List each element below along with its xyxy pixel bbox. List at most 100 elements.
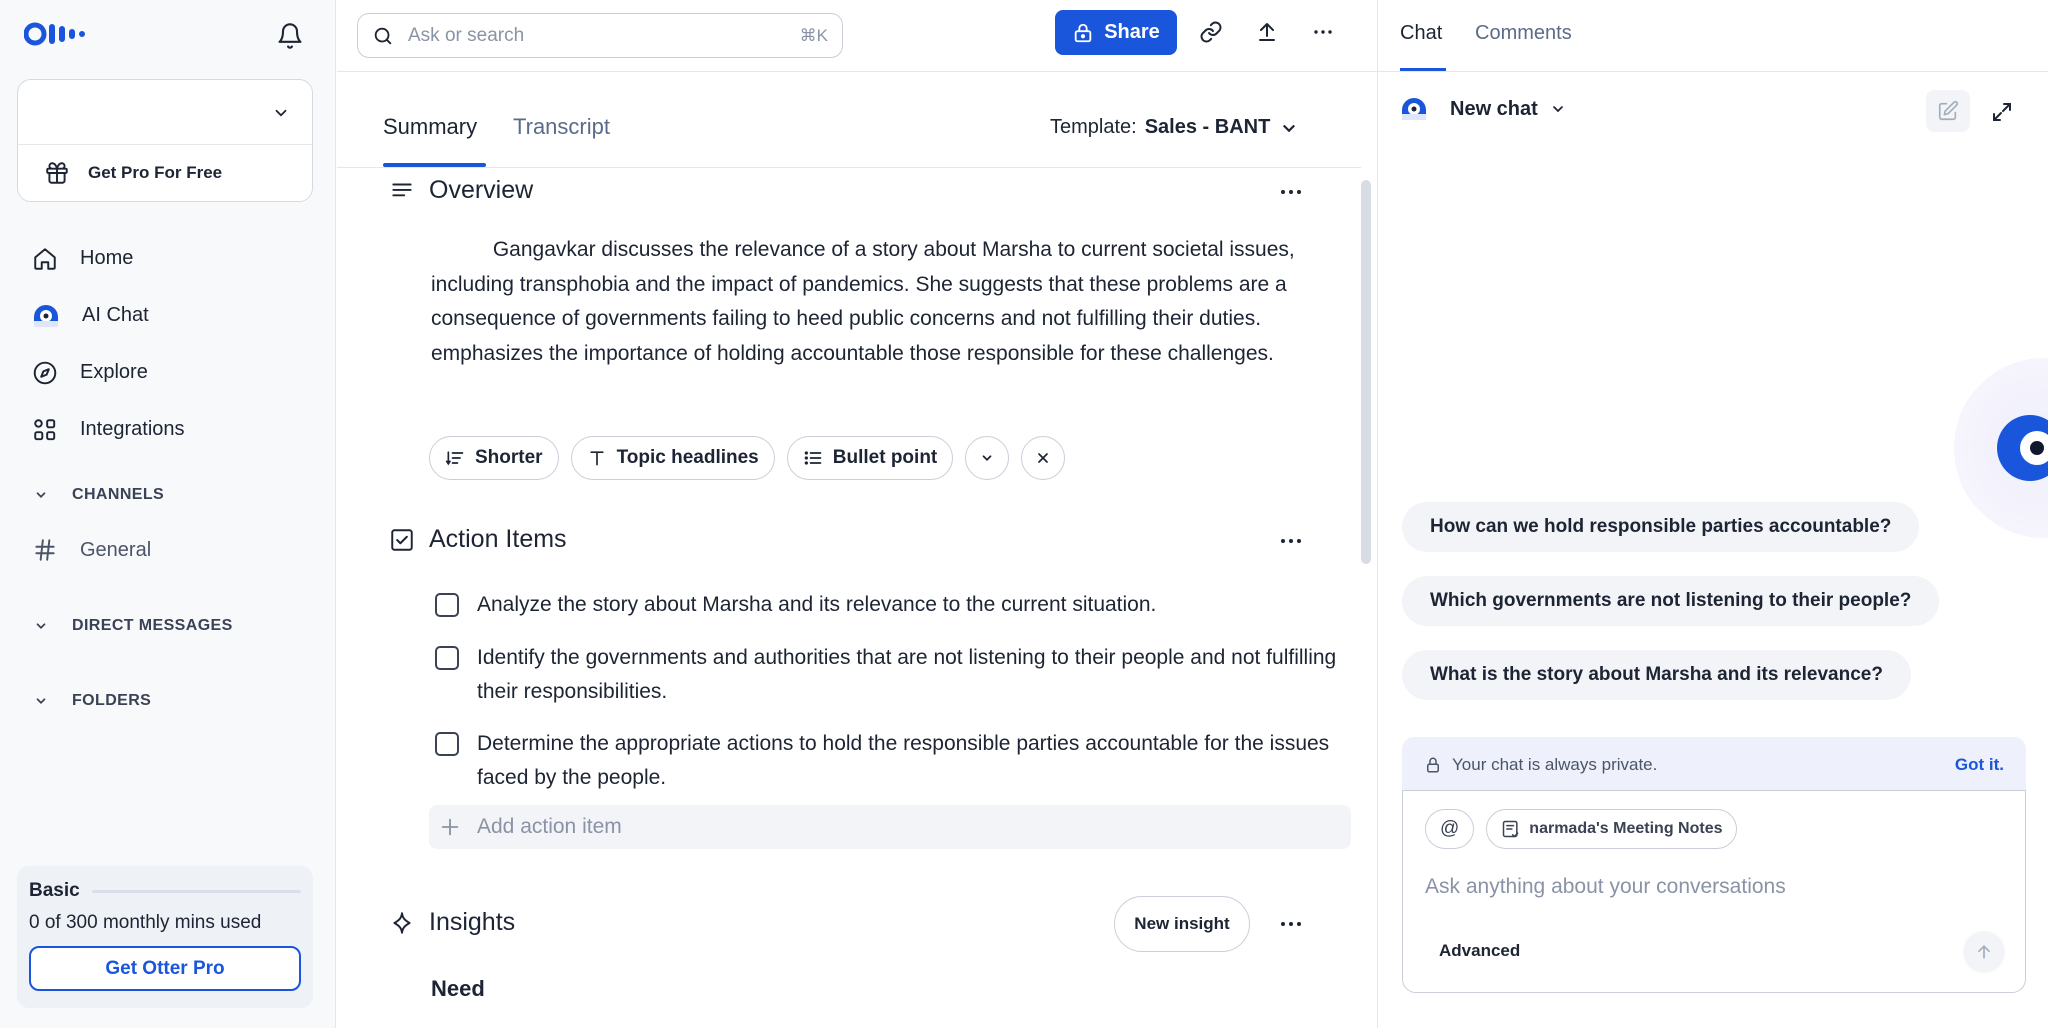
channels-section-label: CHANNELS <box>72 486 165 503</box>
action-item-checkbox[interactable] <box>435 645 459 670</box>
overview-lines-icon <box>389 178 415 204</box>
sidebar-item-label: Explore <box>80 361 148 383</box>
grid-icon <box>32 417 58 443</box>
advanced-toggle[interactable]: Advanced <box>1439 941 1520 961</box>
folders-section-toggle[interactable]: FOLDERS <box>34 692 151 710</box>
copy-link-icon[interactable] <box>1199 20 1223 44</box>
otter-logo[interactable] <box>24 22 92 46</box>
action-item: Analyze the story about Marsha and its r… <box>435 588 1355 623</box>
search-box[interactable]: Ask or search ⌘K <box>357 13 843 58</box>
export-upload-icon[interactable] <box>1255 20 1279 44</box>
left-sidebar: Get Pro For Free Home AI Chat Explore In… <box>0 0 336 1028</box>
overview-more-icon[interactable] <box>1277 180 1305 204</box>
plan-usage-suffix: monthly mins used <box>102 912 262 933</box>
suggested-questions: How can we hold responsible parties acco… <box>1402 502 1940 724</box>
overview-text-part1: Gangavkar discusses the relevance of a s… <box>431 238 1295 330</box>
topic-headlines-chip[interactable]: Topic headlines <box>570 436 775 480</box>
action-item: Identify the governments and authorities… <box>435 641 1355 710</box>
otter-chat-icon <box>1400 96 1428 122</box>
action-item-text[interactable]: Analyze the story about Marsha and its r… <box>477 588 1156 623</box>
workspace-box: Get Pro For Free <box>17 79 313 202</box>
close-icon <box>1035 450 1051 466</box>
compose-edit-icon[interactable] <box>1926 90 1970 132</box>
send-button[interactable] <box>1963 931 2005 973</box>
privacy-dismiss-button[interactable]: Got it. <box>1955 755 2004 775</box>
mention-button[interactable]: @ <box>1425 809 1475 849</box>
tab-comments[interactable]: Comments <box>1475 22 1572 45</box>
new-chat-label: New chat <box>1450 97 1538 120</box>
arrow-up-icon <box>1974 942 1994 962</box>
direct-messages-section-toggle[interactable]: DIRECT MESSAGES <box>34 617 233 635</box>
lock-icon <box>1424 756 1442 774</box>
template-selector[interactable]: Template: Sales - BANT <box>1050 116 1300 139</box>
chevron-down-icon <box>272 104 290 122</box>
plan-card: Basic 0 of 300 monthly mins used Get Ott… <box>17 866 313 1008</box>
plus-icon <box>439 816 461 838</box>
chevron-down-icon <box>980 451 994 465</box>
insights-more-icon[interactable] <box>1277 912 1305 936</box>
tab-transcript[interactable]: Transcript <box>513 114 610 140</box>
expand-icon[interactable] <box>1990 100 2014 124</box>
home-icon <box>32 246 58 272</box>
action-item: Determine the appropriate actions to hol… <box>435 727 1355 796</box>
checkbox-square-icon <box>389 527 415 553</box>
chat-composer: @ narmada's Meeting Notes Ask anything a… <box>1402 790 2026 993</box>
add-action-item-input[interactable]: Add action item <box>429 805 1351 849</box>
more-options-icon[interactable] <box>1311 20 1335 44</box>
channels-section-toggle[interactable]: CHANNELS <box>34 486 164 504</box>
shorter-chip[interactable]: Shorter <box>429 436 559 480</box>
action-items-more-icon[interactable] <box>1277 529 1305 553</box>
sidebar-item-label: AI Chat <box>82 304 149 326</box>
sidebar-item-explore[interactable]: Explore <box>0 344 336 401</box>
chat-input[interactable]: Ask anything about your conversations <box>1425 875 1786 899</box>
action-item-text[interactable]: Identify the governments and authorities… <box>477 641 1355 710</box>
otter-chat-icon <box>32 303 60 329</box>
sidebar-item-ai-chat[interactable]: AI Chat <box>0 287 336 344</box>
context-chip[interactable]: narmada's Meeting Notes <box>1486 809 1738 849</box>
overview-text-part2: emphasizes the importance of holding acc… <box>431 341 1274 365</box>
chevron-down-icon <box>34 619 48 633</box>
plan-name: Basic <box>29 880 80 901</box>
sidebar-item-integrations[interactable]: Integrations <box>0 401 336 458</box>
otter-mascot-icon <box>1997 415 2048 481</box>
content-scrollbar[interactable] <box>1361 180 1371 564</box>
suggested-question[interactable]: How can we hold responsible parties acco… <box>1402 502 1920 552</box>
mention-symbol: @ <box>1440 818 1460 839</box>
folders-section-label: FOLDERS <box>72 692 152 709</box>
action-items-list: Analyze the story about Marsha and its r… <box>435 588 1355 814</box>
search-input[interactable]: Ask or search <box>408 25 786 47</box>
compass-icon <box>32 360 58 386</box>
sidebar-item-label: Home <box>80 247 134 269</box>
channel-general[interactable]: General <box>32 537 151 563</box>
composer-chips: @ narmada's Meeting Notes <box>1425 809 1738 849</box>
notifications-bell-icon[interactable] <box>276 22 304 50</box>
sidebar-item-home[interactable]: Home <box>0 230 336 287</box>
tab-chat[interactable]: Chat <box>1400 22 1442 45</box>
action-item-text[interactable]: Determine the appropriate actions to hol… <box>477 727 1355 796</box>
action-item-checkbox[interactable] <box>435 731 459 756</box>
active-tab-indicator <box>1400 68 1446 71</box>
tab-summary[interactable]: Summary <box>383 114 477 140</box>
close-formats-button[interactable] <box>1021 436 1066 480</box>
add-action-item-placeholder: Add action item <box>477 815 622 838</box>
plan-usage-count: 0 of 300 <box>29 912 98 933</box>
more-formats-button[interactable] <box>965 436 1010 480</box>
new-chat-selector[interactable]: New chat <box>1400 96 1566 122</box>
overview-header: Overview <box>389 176 533 205</box>
sparkle-icon <box>389 910 415 936</box>
overview-format-chips: Shorter Topic headlines Bullet point <box>429 436 1066 480</box>
top-bar: Ask or search ⌘K Share <box>337 0 1377 72</box>
bullet-list-icon <box>803 448 823 468</box>
search-shortcut: ⌘K <box>799 25 828 45</box>
suggested-question[interactable]: What is the story about Marsha and its r… <box>1402 650 1911 700</box>
action-item-checkbox[interactable] <box>435 593 459 617</box>
get-otter-pro-button[interactable]: Get Otter Pro <box>29 946 301 991</box>
template-label: Template: <box>1050 116 1137 138</box>
new-insight-button[interactable]: New insight <box>1114 896 1250 952</box>
workspace-selector[interactable] <box>18 80 312 145</box>
suggested-question[interactable]: Which governments are not listening to t… <box>1402 576 1940 626</box>
get-pro-free-button[interactable]: Get Pro For Free <box>18 145 312 201</box>
notes-icon <box>1501 819 1521 839</box>
share-button[interactable]: Share <box>1055 10 1177 55</box>
bullet-point-chip[interactable]: Bullet point <box>786 436 954 480</box>
